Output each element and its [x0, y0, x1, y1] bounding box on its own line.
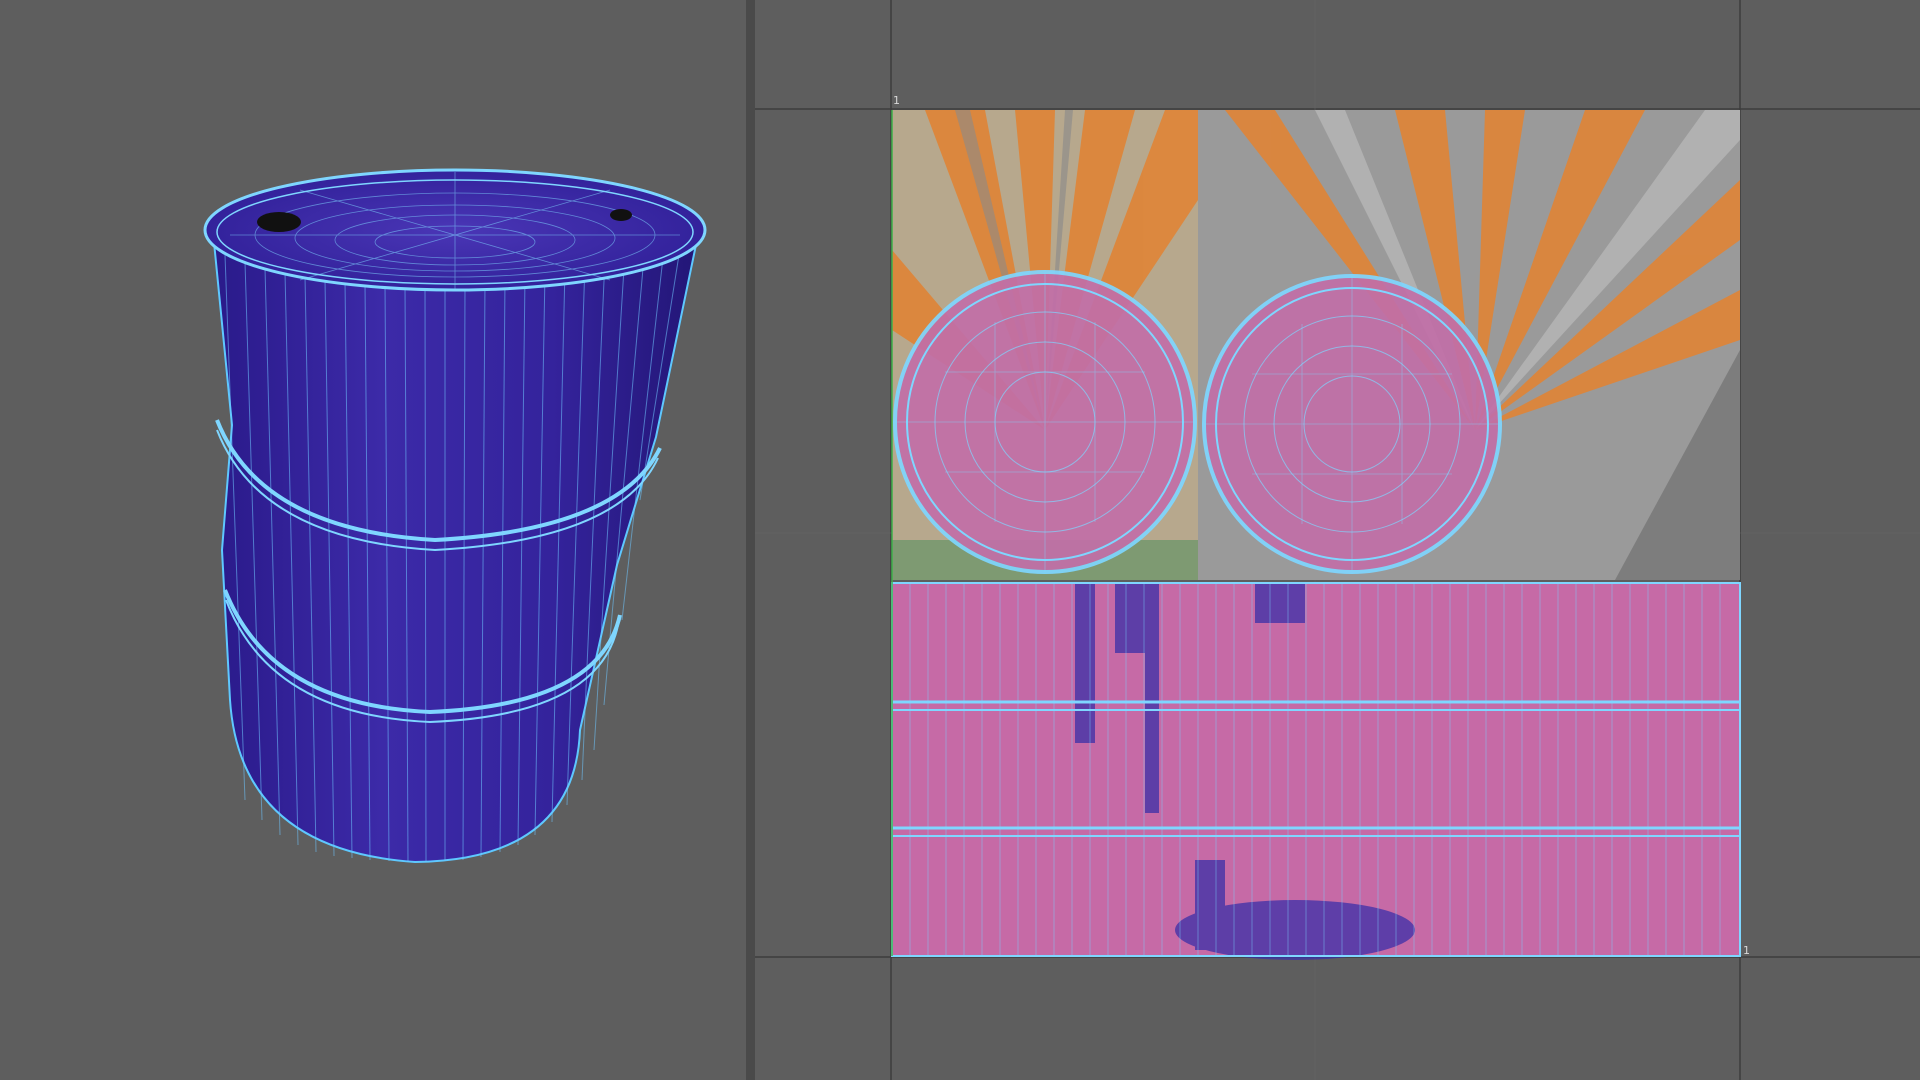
viewport-splitter[interactable]: [746, 0, 755, 1080]
barrel-3d-model[interactable]: [0, 0, 746, 1080]
uv-grid-canvas[interactable]: [755, 0, 1920, 1080]
uv-lid-top-shell: [893, 270, 1197, 574]
uv-tick-bottom-right: 1: [1743, 944, 1750, 957]
uv-tick-top-left: 1: [893, 94, 900, 107]
perspective-viewport[interactable]: [0, 0, 746, 1080]
uv-lid-bottom-shell: [1202, 274, 1502, 574]
app-window: 1 1: [0, 0, 1920, 1080]
bung-cap-small: [610, 209, 632, 221]
bung-cap-large: [257, 212, 301, 232]
uv-editor-panel[interactable]: 1 1: [755, 0, 1920, 1080]
